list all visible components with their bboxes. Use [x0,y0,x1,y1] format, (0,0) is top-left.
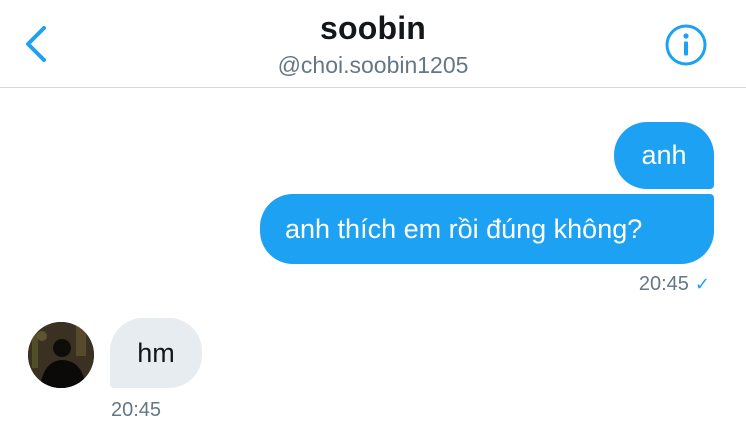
outgoing-message-bubble[interactable]: anh thích em rồi đúng không? [260,194,714,264]
avatar[interactable] [28,322,94,388]
message-meta: 20:45 ✓ [560,273,710,296]
conversation-title[interactable]: soobin [0,10,746,47]
info-button[interactable] [664,23,708,67]
message-timestamp: 20:45 [638,273,689,295]
conversation-header: soobin @choi.soobin1205 [0,0,746,88]
conversation-handle[interactable]: @choi.soobin1205 [0,52,746,79]
message-timestamp: 20:45 [111,399,162,421]
check-icon: ✓ [694,274,710,294]
info-icon [665,24,707,66]
outgoing-message-bubble[interactable]: anh [614,122,714,189]
incoming-message-bubble[interactable]: hm [110,318,202,388]
avatar-photo [28,322,94,388]
